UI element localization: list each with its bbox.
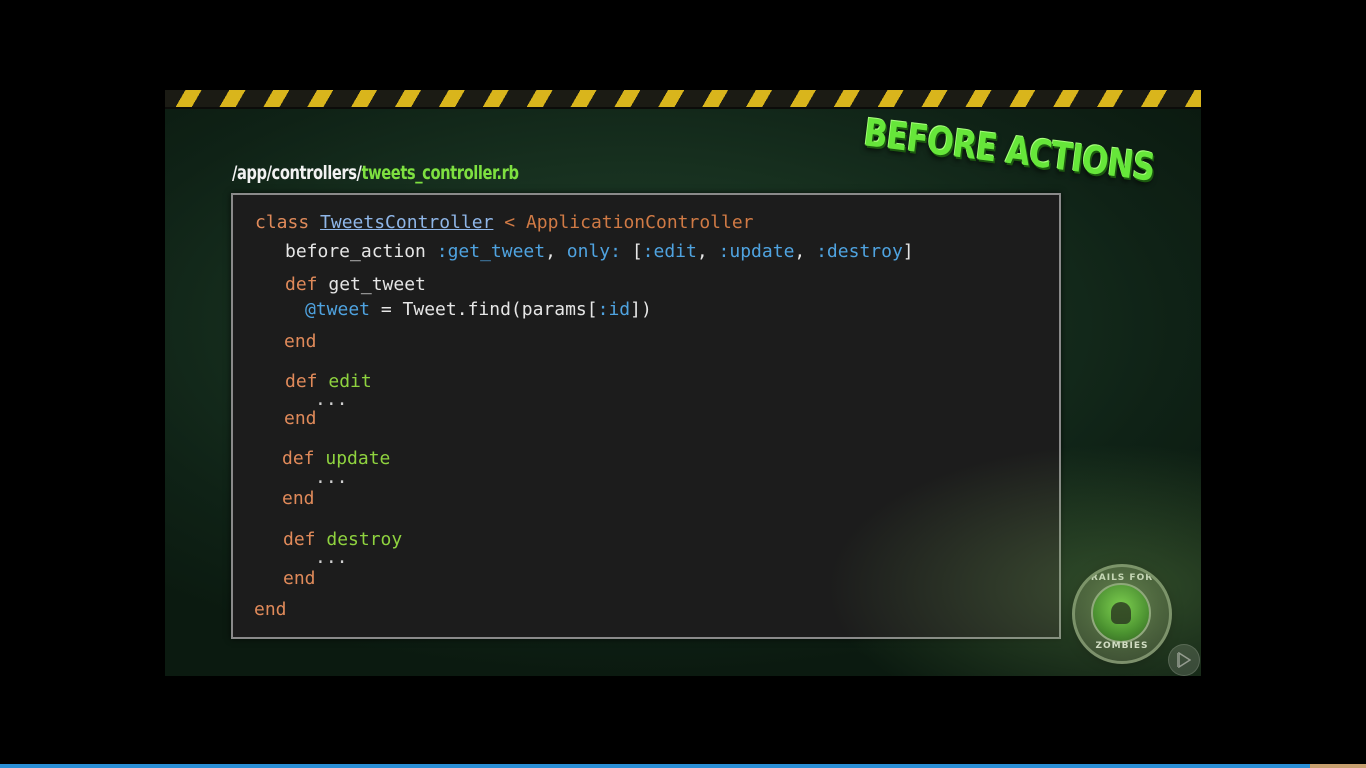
code-punct: ] xyxy=(902,241,914,262)
code-keyword: end xyxy=(254,599,287,620)
badge-bottom-text: ZOMBIES xyxy=(1095,641,1149,651)
file-path-filename: tweets_controller.rb xyxy=(361,162,519,184)
code-line-13: ... xyxy=(315,547,348,569)
code-keyword: end xyxy=(284,331,317,352)
code-method-name: update xyxy=(325,448,391,469)
code-punct: , xyxy=(696,241,719,262)
hazard-stripe-banner xyxy=(165,90,1201,109)
slide-title: BEFORE ACTIONS xyxy=(861,110,1157,190)
code-keyword: end xyxy=(283,568,316,589)
slide-title-wrap: BEFORE ACTIONS xyxy=(829,106,1188,193)
badge-emblem xyxy=(1091,583,1151,643)
code-line-7: ... xyxy=(315,389,348,411)
code-punct: , xyxy=(794,241,817,262)
code-line-10: ... xyxy=(315,467,348,489)
code-ellipsis: ... xyxy=(315,389,348,410)
code-operator: < xyxy=(493,212,526,233)
code-superclass: ApplicationController xyxy=(525,212,754,233)
code-symbol: :edit xyxy=(642,241,697,262)
rails-for-zombies-logo-icon: RAILS FOR ZOMBIES xyxy=(1072,564,1172,664)
code-symbol: :destroy xyxy=(816,241,903,262)
badge-top-text: RAILS FOR xyxy=(1090,573,1154,583)
code-keyword: def xyxy=(282,448,315,469)
code-option: only: xyxy=(566,241,621,262)
code-class-name: TweetsController xyxy=(320,212,494,233)
play-icon xyxy=(1177,652,1191,668)
code-line-3: def get_tweet xyxy=(285,274,426,296)
skull-icon xyxy=(1111,602,1131,624)
video-slide: BEFORE ACTIONS /app/controllers/tweets_c… xyxy=(165,90,1201,676)
code-keyword: end xyxy=(282,488,315,509)
code-symbol: :id xyxy=(597,299,631,320)
code-line-14: end xyxy=(283,568,316,590)
code-keyword: end xyxy=(284,408,317,429)
code-keyword: def xyxy=(285,371,318,392)
code-line-8: end xyxy=(284,408,317,430)
code-punct: , xyxy=(545,241,567,262)
code-line-15: end xyxy=(254,599,287,621)
file-path: /app/controllers/tweets_controller.rb xyxy=(232,162,519,184)
code-keyword: def xyxy=(283,529,316,550)
code-ivar: @tweet xyxy=(305,299,371,320)
code-symbol: :get_tweet xyxy=(436,241,546,262)
code-punct: ]) xyxy=(630,299,652,320)
code-keyword: def xyxy=(285,274,318,295)
code-ellipsis: ... xyxy=(315,467,348,488)
code-symbol: :update xyxy=(718,241,795,262)
code-ellipsis: ... xyxy=(315,547,348,568)
code-line-2: before_action :get_tweet, only: [:edit, … xyxy=(285,241,914,263)
code-keyword: class xyxy=(255,212,310,233)
code-line-1: class TweetsController < ApplicationCont… xyxy=(255,212,754,234)
play-button[interactable] xyxy=(1168,644,1200,676)
code-line-11: end xyxy=(282,488,315,510)
code-line-4: @tweet = Tweet.find(params[:id]) xyxy=(305,299,652,321)
code-punct: [ xyxy=(620,241,643,262)
code-expression: = Tweet.find(params[ xyxy=(370,299,598,320)
code-method-name: get_tweet xyxy=(328,274,426,295)
code-method-call: before_action xyxy=(285,241,426,262)
code-line-5: end xyxy=(284,331,317,353)
file-path-prefix: /app/controllers/ xyxy=(232,162,362,184)
video-progress-bar[interactable] xyxy=(0,764,1366,768)
video-progress-end xyxy=(1310,764,1366,768)
code-block: class TweetsController < ApplicationCont… xyxy=(231,193,1061,639)
